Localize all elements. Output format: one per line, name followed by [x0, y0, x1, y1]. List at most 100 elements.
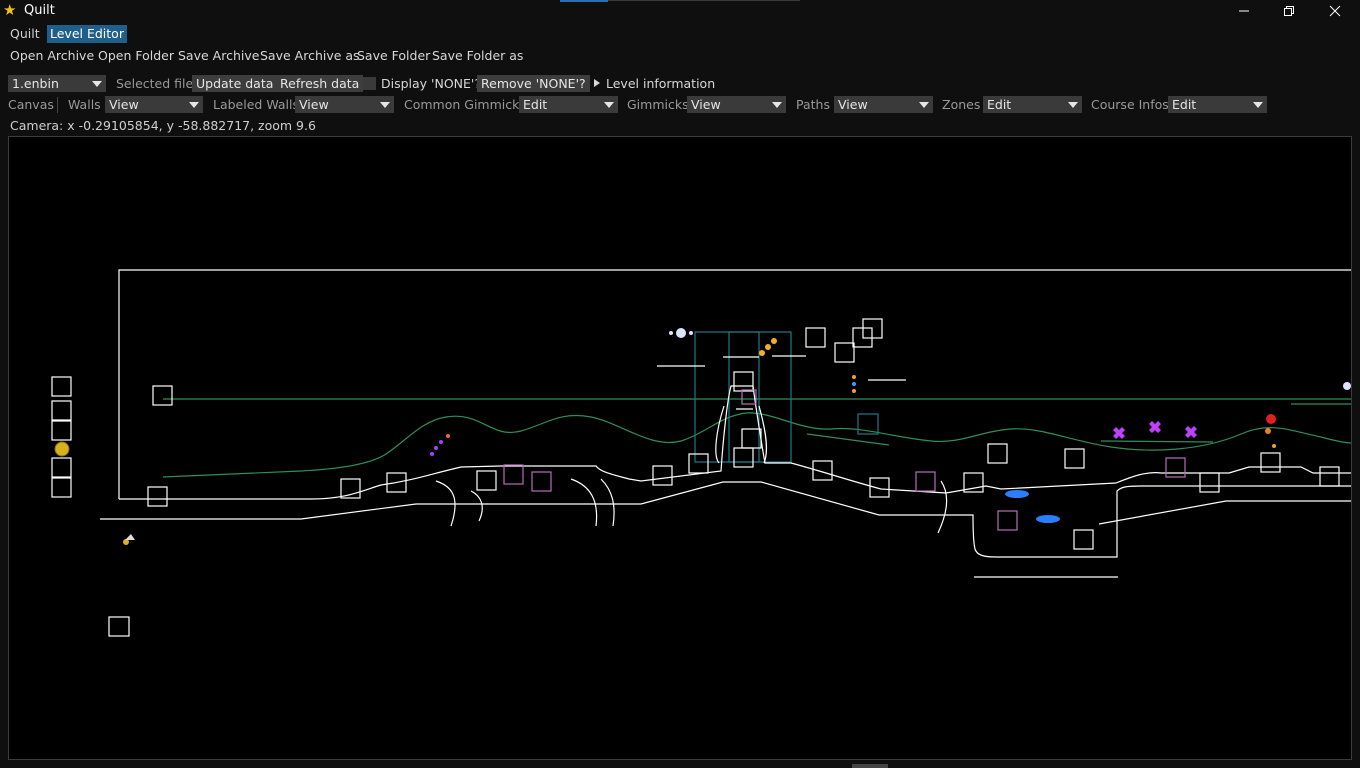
gimmick-box — [51, 457, 72, 478]
checkpoint-icon — [123, 534, 135, 545]
menu-quilt[interactable]: Quilt — [7, 25, 43, 43]
level-canvas[interactable] — [8, 136, 1352, 760]
flower-icon — [1113, 427, 1125, 439]
save-archive-button[interactable]: Save Archive — [178, 48, 259, 64]
gimmick-box — [51, 376, 72, 397]
zones-select[interactable]: Edit — [983, 96, 1082, 113]
wall-line — [100, 481, 1351, 558]
sprite-icons — [54, 328, 1351, 545]
file-toolbar: Open Archive Open Folder Save Archive Sa… — [0, 44, 1360, 66]
open-folder-button[interactable]: Open Folder — [98, 48, 174, 64]
canvas-label: Canvas — [8, 97, 54, 112]
purple-bead-icon — [430, 434, 450, 456]
wall-line — [470, 490, 483, 522]
gimmick-box — [51, 420, 72, 441]
expand-triangle-icon[interactable] — [594, 79, 600, 87]
wall-line — [600, 478, 615, 527]
gimmick-box — [476, 470, 497, 491]
layer-row: Canvas Walls View Labeled Walls View Com… — [0, 96, 1360, 118]
paths-select-value: View — [838, 97, 868, 112]
path-line — [806, 433, 890, 446]
walls-label: Walls — [68, 97, 101, 112]
chevron-down-icon — [604, 102, 614, 108]
separator — [57, 97, 58, 113]
wall-line — [937, 480, 948, 534]
open-archive-button[interactable]: Open Archive — [10, 48, 94, 64]
save-folder-button[interactable]: Save Folder — [357, 48, 430, 64]
coin-icon — [54, 441, 70, 457]
common-gimmick-box — [997, 510, 1018, 531]
save-folder-as-button[interactable]: Save Folder as — [432, 48, 523, 64]
level-information-toggle[interactable]: Level information — [606, 75, 715, 92]
display-none-label: Display 'NONE'? — [381, 76, 481, 91]
wall-line — [1098, 500, 1227, 525]
labeled-walls-label: Labeled Walls — [213, 97, 299, 112]
course-infos-label: Course Infos — [1091, 97, 1169, 112]
course-infos-select[interactable]: Edit — [1168, 96, 1267, 113]
gimmick-box — [834, 342, 855, 363]
gimmick-box — [147, 486, 168, 507]
path-line — [1100, 440, 1214, 443]
bead-cluster-icon — [759, 338, 777, 356]
horizontal-scrollbar[interactable] — [852, 764, 888, 768]
common-gimmicks-select-value: Edit — [523, 97, 548, 112]
bead-column-icon — [852, 375, 856, 393]
gimmick-box — [1199, 472, 1220, 493]
zone-rect — [694, 331, 792, 463]
chevron-down-icon — [772, 102, 782, 108]
common-gimmicks-select[interactable]: Edit — [519, 96, 618, 113]
gimmick-box — [340, 478, 361, 499]
gimmick-box — [51, 400, 72, 421]
file-row: 1.enbin Selected file Update data Refres… — [0, 75, 1360, 97]
walls-layer — [100, 355, 1351, 578]
flower-icon — [1149, 421, 1161, 433]
gimmicks-select-value: View — [691, 97, 721, 112]
remove-none-button[interactable]: Remove 'NONE'? — [477, 75, 590, 92]
zones-layer — [694, 331, 879, 463]
labeled-walls-select[interactable]: View — [295, 96, 394, 113]
gimmick-box — [805, 327, 826, 348]
level-drawing[interactable] — [9, 137, 1352, 760]
walls-select-value: View — [109, 97, 139, 112]
common-gimmick-box — [503, 464, 524, 485]
gimmicks-label: Gimmicks — [627, 97, 689, 112]
common-gimmick-box — [915, 471, 936, 492]
save-archive-as-button[interactable]: Save Archive as — [260, 48, 360, 64]
walls-select[interactable]: View — [105, 96, 203, 113]
pearl-icon — [1343, 382, 1351, 390]
chevron-down-icon — [92, 81, 102, 87]
menu-level-editor[interactable]: Level Editor — [47, 25, 127, 43]
gimmick-box — [1319, 466, 1340, 487]
chevron-down-icon — [189, 102, 199, 108]
common-gimmick-box — [531, 471, 552, 492]
gimmick-box — [741, 428, 762, 449]
file-select[interactable]: 1.enbin — [8, 75, 106, 92]
update-data-button[interactable]: Update data — [192, 75, 278, 92]
display-none-checkbox[interactable] — [363, 77, 376, 90]
minimize-icon[interactable] — [1221, 0, 1267, 22]
gimmick-box — [51, 477, 72, 498]
selected-file-label: Selected file — [116, 76, 194, 91]
title-bar: ★ Quilt — [0, 0, 1360, 22]
gimmick-box — [733, 371, 754, 392]
star-icon: ★ — [3, 1, 17, 19]
flower-icon-group — [1113, 421, 1197, 439]
gimmicks-select[interactable]: View — [687, 96, 786, 113]
close-icon[interactable] — [1312, 0, 1358, 22]
common-gimmicks-layer — [503, 389, 1186, 531]
title-accent — [560, 0, 608, 2]
maximize-icon[interactable] — [1266, 0, 1312, 22]
refresh-data-button[interactable]: Refresh data — [276, 75, 364, 92]
path-curve — [162, 412, 1351, 478]
paths-select[interactable]: View — [834, 96, 933, 113]
gimmick-box — [688, 453, 709, 474]
window-title: Quilt — [24, 3, 55, 18]
flower-icon — [1185, 426, 1197, 438]
pearl-icon — [669, 328, 693, 338]
gimmick-box — [108, 616, 130, 637]
common-gimmicks-label: Common Gimmicks — [404, 97, 526, 112]
gimmick-box — [152, 385, 173, 406]
gimmick-box — [987, 443, 1008, 464]
camera-status: Camera: x -0.29105854, y -58.882717, zoo… — [10, 118, 316, 133]
file-select-value: 1.enbin — [12, 76, 59, 91]
